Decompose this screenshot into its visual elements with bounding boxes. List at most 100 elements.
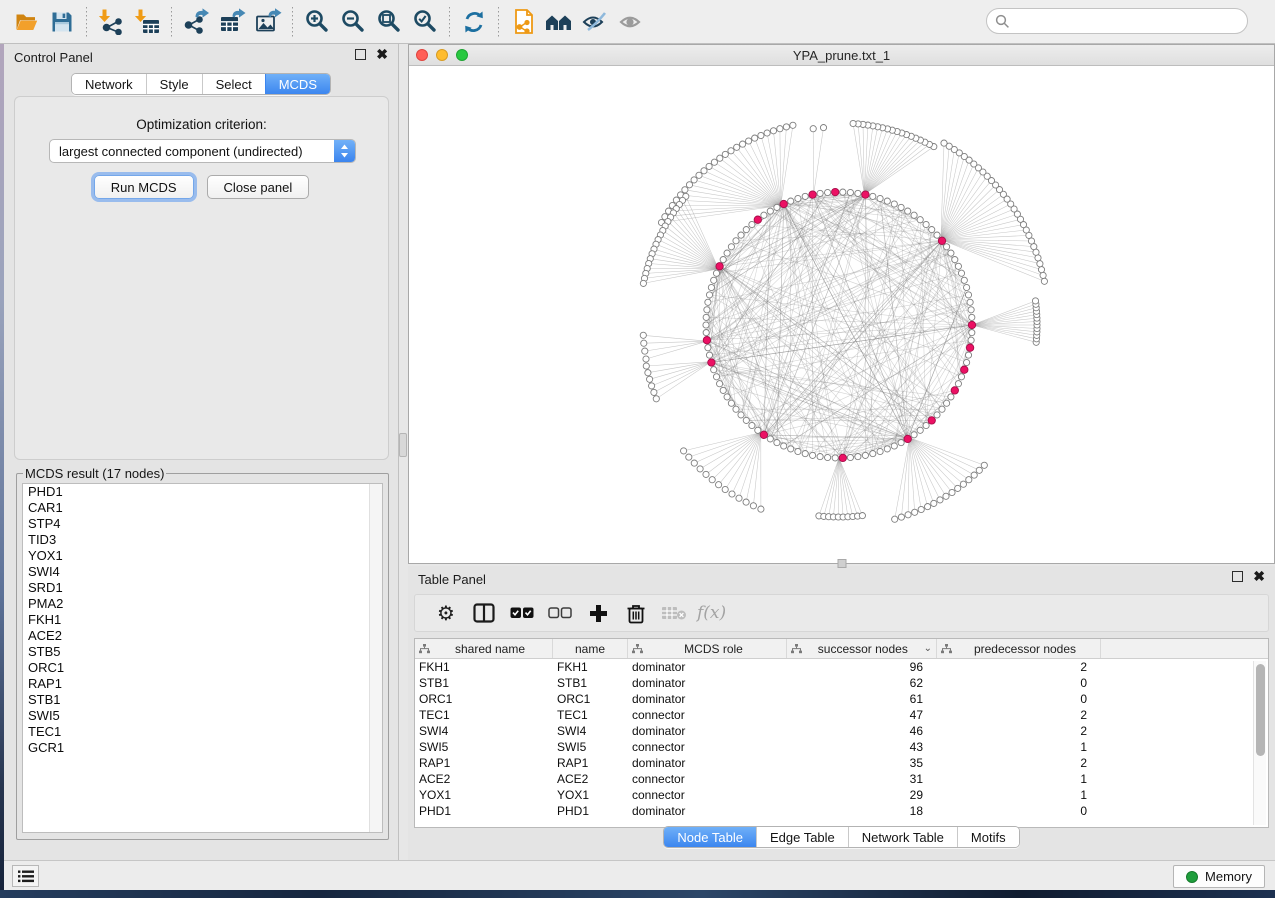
network-node[interactable]: [770, 128, 776, 134]
network-node[interactable]: [733, 406, 739, 412]
network-node[interactable]: [847, 189, 853, 195]
network-node[interactable]: [722, 486, 728, 492]
network-node[interactable]: [976, 467, 982, 473]
tab-style[interactable]: Style: [146, 74, 202, 94]
export-table-icon[interactable]: [214, 4, 250, 40]
network-node[interactable]: [653, 396, 659, 402]
network-node[interactable]: [955, 485, 961, 491]
network-node[interactable]: [749, 221, 755, 227]
network-node[interactable]: [884, 198, 890, 204]
network-node[interactable]: [706, 163, 712, 169]
network-node[interactable]: [705, 345, 711, 351]
network-node[interactable]: [640, 332, 646, 338]
network-node[interactable]: [743, 417, 749, 423]
network-node[interactable]: [911, 212, 917, 218]
close-icon[interactable]: ✖: [1253, 571, 1265, 582]
mcds-result-item[interactable]: STB1: [23, 692, 382, 708]
network-node[interactable]: [1038, 267, 1044, 273]
network-node[interactable]: [696, 172, 702, 178]
network-node[interactable]: [825, 189, 831, 195]
network-node[interactable]: [706, 292, 712, 298]
network-node[interactable]: [758, 506, 764, 512]
network-node[interactable]: [847, 454, 853, 460]
network-node[interactable]: [682, 187, 688, 193]
network-node-selected[interactable]: [951, 387, 958, 394]
network-node[interactable]: [728, 148, 734, 154]
export-image-icon[interactable]: [250, 4, 286, 40]
network-node[interactable]: [703, 322, 709, 328]
network-node[interactable]: [740, 141, 746, 147]
network-graph[interactable]: [409, 66, 1274, 563]
node-table[interactable]: shared namenameMCDS rolesuccessor nodes⌄…: [414, 638, 1269, 828]
deselect-all-icon[interactable]: [541, 597, 579, 629]
network-node-selected[interactable]: [703, 337, 710, 344]
network-node[interactable]: [802, 451, 808, 457]
run-mcds-button[interactable]: Run MCDS: [94, 175, 194, 199]
import-table-icon[interactable]: [129, 4, 165, 40]
tab-node-table[interactable]: Node Table: [664, 827, 756, 847]
network-node[interactable]: [898, 440, 904, 446]
network-node[interactable]: [971, 472, 977, 478]
network-node[interactable]: [643, 356, 649, 362]
column-settings-gear-icon[interactable]: ⚙: [427, 597, 465, 629]
network-node[interactable]: [733, 238, 739, 244]
zoom-selected-icon[interactable]: [407, 4, 443, 40]
float-window-icon[interactable]: [355, 49, 366, 60]
network-node[interactable]: [944, 400, 950, 406]
network-node[interactable]: [708, 284, 714, 290]
network-node[interactable]: [840, 189, 846, 195]
network-node[interactable]: [711, 367, 717, 373]
network-node[interactable]: [939, 406, 945, 412]
network-node[interactable]: [943, 493, 949, 499]
network-node[interactable]: [870, 193, 876, 199]
network-node[interactable]: [758, 132, 764, 138]
network-node[interactable]: [709, 477, 715, 483]
network-node[interactable]: [783, 124, 789, 130]
network-node[interactable]: [767, 208, 773, 214]
network-node[interactable]: [825, 454, 831, 460]
network-node[interactable]: [810, 452, 816, 458]
network-node[interactable]: [738, 412, 744, 418]
network-node[interactable]: [795, 448, 801, 454]
network-node[interactable]: [891, 443, 897, 449]
column-header-name[interactable]: name: [553, 639, 628, 658]
network-node[interactable]: [743, 227, 749, 233]
network-node[interactable]: [892, 516, 898, 522]
tab-select[interactable]: Select: [202, 74, 265, 94]
network-node[interactable]: [728, 400, 734, 406]
network-node[interactable]: [898, 514, 904, 520]
table-row[interactable]: RAP1RAP1dominator352: [415, 755, 1268, 771]
network-node[interactable]: [941, 140, 947, 146]
network-node[interactable]: [774, 440, 780, 446]
network-node[interactable]: [701, 168, 707, 174]
network-node-selected[interactable]: [708, 359, 715, 366]
network-node[interactable]: [817, 190, 823, 196]
network-node[interactable]: [777, 126, 783, 132]
refresh-icon[interactable]: [456, 4, 492, 40]
mcds-result-item[interactable]: RAP1: [23, 676, 382, 692]
tab-network-table[interactable]: Network Table: [848, 827, 957, 847]
network-node[interactable]: [764, 130, 770, 136]
network-node-selected[interactable]: [716, 263, 723, 270]
network-node[interactable]: [961, 277, 967, 283]
network-node[interactable]: [703, 471, 709, 477]
close-panel-button[interactable]: Close panel: [207, 175, 310, 199]
table-row[interactable]: YOX1YOX1connector291: [415, 787, 1268, 803]
network-node[interactable]: [703, 330, 709, 336]
network-node-selected[interactable]: [780, 200, 787, 207]
network-node[interactable]: [788, 446, 794, 452]
table-row[interactable]: SWI4SWI4dominator462: [415, 723, 1268, 739]
network-node[interactable]: [1041, 278, 1047, 284]
network-node[interactable]: [724, 394, 730, 400]
network-node[interactable]: [820, 125, 826, 131]
network-node-selected[interactable]: [966, 344, 973, 351]
network-node[interactable]: [923, 422, 929, 428]
network-node[interactable]: [1037, 261, 1043, 267]
mcds-result-list[interactable]: PHD1CAR1STP4TID3YOX1SWI4SRD1PMA2FKH1ACE2…: [22, 483, 383, 833]
network-node[interactable]: [761, 212, 767, 218]
network-node[interactable]: [934, 412, 940, 418]
network-node[interactable]: [645, 370, 651, 376]
network-node[interactable]: [1040, 272, 1046, 278]
network-node[interactable]: [905, 208, 911, 214]
mcds-result-item[interactable]: PHD1: [23, 484, 382, 500]
